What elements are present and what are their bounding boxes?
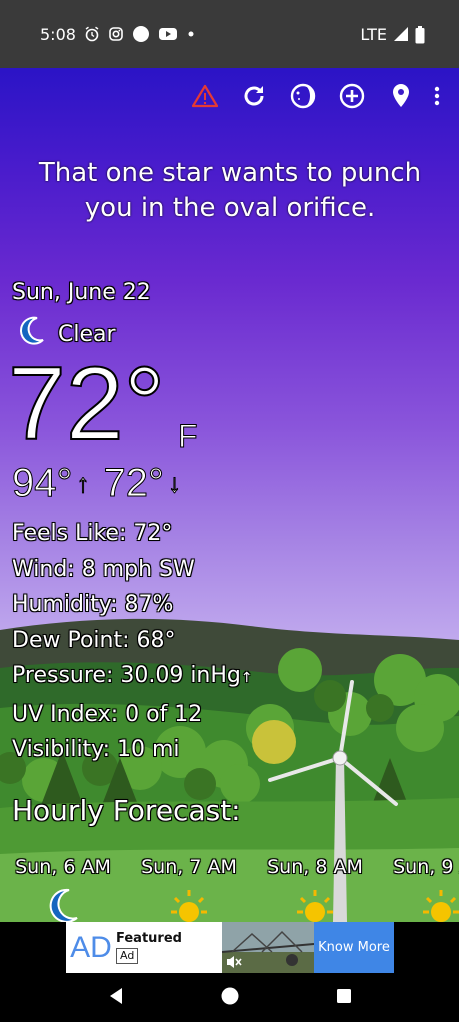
alarm-icon: [84, 26, 100, 42]
ad-tag: Ad: [116, 948, 139, 964]
hourly-time: Sun, 7 AM: [141, 856, 237, 878]
humidity: Humidity: 87%: [12, 592, 174, 617]
network-label: LTE: [360, 24, 387, 44]
home-icon: [221, 987, 239, 1009]
moon-phase-icon: [290, 83, 316, 113]
hourly-item[interactable]: Sun, 9 AM: [378, 856, 459, 922]
ad-banner-area: AD Featured Ad Know More: [0, 922, 459, 974]
hourly-item[interactable]: Sun, 8 AM: [252, 856, 378, 922]
sun-icon: [378, 888, 459, 922]
current-date: Sun, June 22: [12, 280, 151, 305]
uv-index: UV Index: 0 of 12: [12, 701, 203, 727]
ad-logo: AD: [70, 930, 112, 964]
feels-like: Feels Like: 72°: [12, 521, 173, 546]
recents-button[interactable]: [287, 974, 401, 1022]
add-location-icon: [339, 83, 365, 113]
add-location-button[interactable]: [327, 78, 376, 118]
status-time: 5:08: [40, 24, 76, 44]
refresh-icon: [241, 83, 267, 113]
warning-icon: [191, 84, 218, 112]
pressure: Pressure: 30.09 inHg: [12, 663, 241, 688]
condition-label: Clear: [58, 321, 116, 347]
weather-alert-button[interactable]: [180, 78, 229, 118]
high-temperature: 94°: [12, 461, 73, 506]
hourly-time: Sun, 9 AM: [393, 856, 459, 878]
up-arrow-icon: ↑: [76, 468, 90, 499]
youtube-icon: [158, 26, 178, 42]
back-icon: [108, 987, 124, 1009]
dew-point: Dew Point: 68°: [12, 627, 176, 653]
ad-image[interactable]: [222, 922, 314, 973]
wind: Wind: 8 mph SW: [12, 556, 195, 582]
hourly-forecast-list[interactable]: Sun, 6 AM Sun, 7 AM Sun, 8 AM Sun, 9 AM: [0, 856, 459, 922]
system-nav-bar: [0, 974, 459, 1022]
overflow-menu-button[interactable]: [425, 78, 449, 118]
moon-phase-button[interactable]: [278, 78, 327, 118]
visibility: Visibility: 10 mi: [12, 737, 180, 762]
battery-icon: [415, 26, 425, 44]
hourly-forecast-title: Hourly Forecast:: [12, 794, 241, 827]
circle-icon: [132, 25, 150, 43]
recents-icon: [336, 988, 352, 1008]
refresh-button[interactable]: [229, 78, 278, 118]
toolbar: [180, 78, 459, 118]
weather-view: That one star wants to punch you in the …: [0, 68, 459, 922]
hourly-time: Sun, 8 AM: [267, 856, 363, 878]
location-button[interactable]: [376, 78, 425, 118]
low-temperature: 72°: [103, 461, 164, 506]
pressure-trend-icon: ↑: [240, 670, 253, 686]
hourly-time: Sun, 6 AM: [15, 856, 111, 878]
instagram-icon: [108, 26, 124, 42]
hourly-item[interactable]: Sun, 6 AM: [0, 856, 126, 922]
location-pin-icon: [390, 83, 412, 113]
sun-icon: [252, 888, 378, 922]
signal-icon: [393, 26, 409, 42]
hourly-item[interactable]: Sun, 7 AM: [126, 856, 252, 922]
ad-cta-button[interactable]: Know More: [314, 922, 394, 973]
mute-icon[interactable]: [226, 954, 242, 973]
down-arrow-icon: ↓: [168, 468, 182, 499]
current-temperature: 72°: [7, 345, 166, 463]
status-bar: 5:08 LTE: [0, 0, 459, 68]
weather-details: Feels Like: 72° Wind: 8 mph SW Humidity:…: [12, 516, 253, 768]
crescent-moon-icon: [0, 888, 126, 922]
weather-slogan: That one star wants to punch you in the …: [38, 158, 422, 223]
home-button[interactable]: [173, 974, 287, 1022]
temperature-unit: F: [178, 418, 199, 455]
sun-icon: [126, 888, 252, 922]
more-options-icon: [434, 86, 440, 110]
pressure-row: Pressure: 30.09 inHg↑: [12, 658, 253, 697]
ad-title: Featured: [116, 931, 182, 946]
dot-icon: [186, 26, 196, 42]
high-low-temperature: 94° ↑ 72° ↓: [12, 461, 182, 506]
ad-banner[interactable]: AD Featured Ad Know More: [66, 922, 394, 973]
ad-text: Featured Ad: [116, 922, 222, 973]
back-button[interactable]: [59, 974, 173, 1022]
